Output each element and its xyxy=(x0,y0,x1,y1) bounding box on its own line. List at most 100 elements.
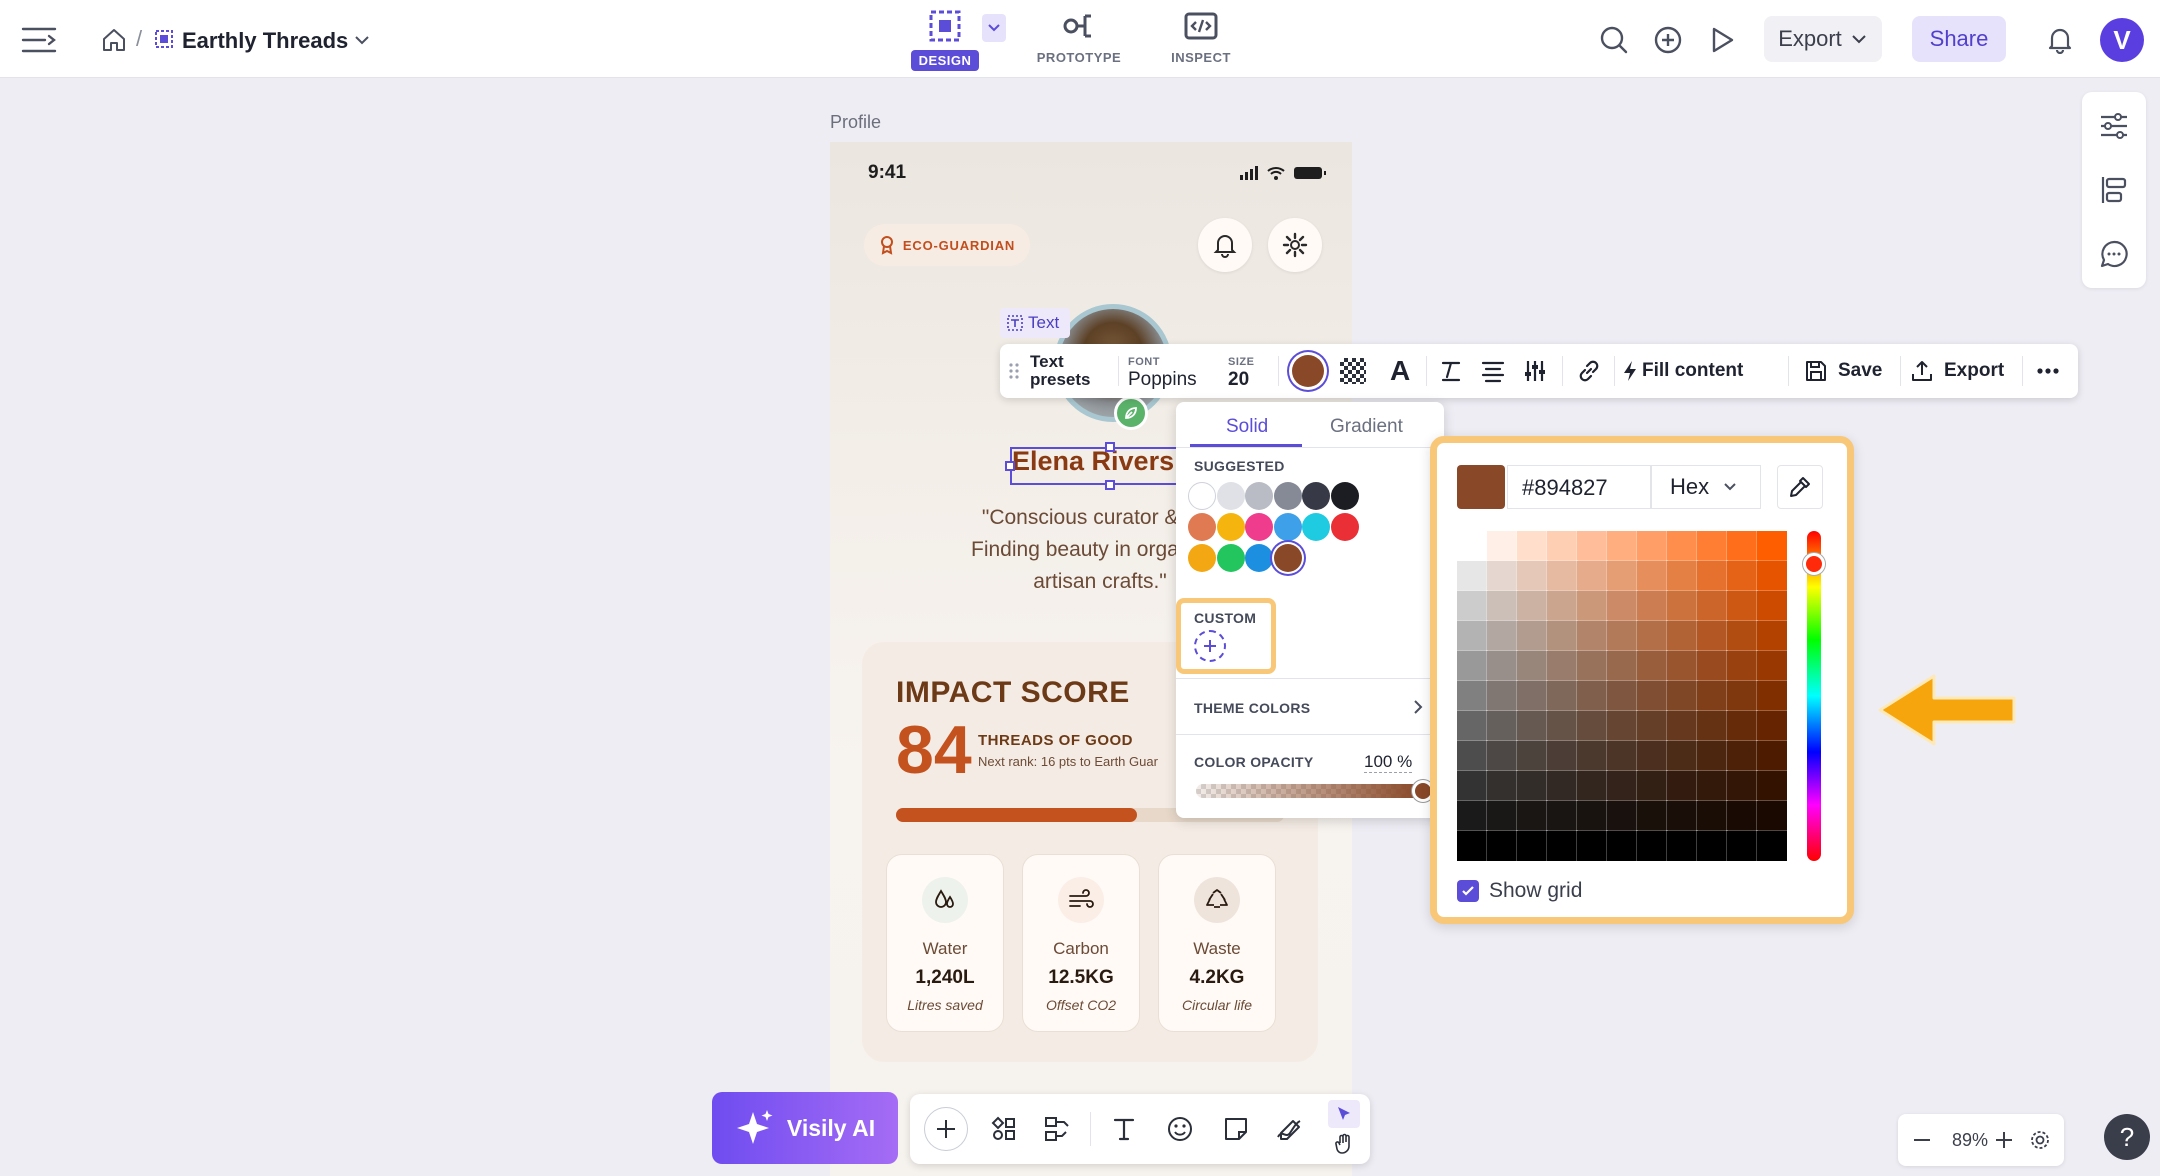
text-color-icon[interactable]: A xyxy=(1390,344,1410,398)
add-icon[interactable] xyxy=(1650,22,1686,58)
align-icon[interactable] xyxy=(1480,344,1506,398)
color-swatch[interactable] xyxy=(1216,513,1245,541)
color-grid-cell[interactable] xyxy=(1636,710,1668,742)
color-grid-cell[interactable] xyxy=(1456,620,1488,652)
color-grid-cell[interactable] xyxy=(1486,620,1518,652)
color-grid-cell[interactable] xyxy=(1516,590,1548,622)
text-tool-icon[interactable] xyxy=(1104,1109,1144,1149)
more-icon[interactable] xyxy=(2036,344,2060,398)
color-grid-cell[interactable] xyxy=(1696,530,1728,562)
color-grid-cell[interactable] xyxy=(1726,710,1758,742)
color-swatch[interactable] xyxy=(1188,513,1216,541)
stat-card-carbon[interactable]: Carbon 12.5KG Offset CO2 xyxy=(1022,854,1140,1032)
color-grid-cell[interactable] xyxy=(1486,560,1518,592)
opacity-field[interactable]: 100 % xyxy=(1364,752,1413,773)
stat-card-water[interactable]: Water 1,240L Litres saved xyxy=(886,854,1004,1032)
stat-card-waste[interactable]: Waste 4.2KG Circular life xyxy=(1158,854,1276,1032)
save-button[interactable]: Save xyxy=(1804,344,1882,398)
color-grid-cell[interactable] xyxy=(1576,770,1608,802)
color-grid-cell[interactable] xyxy=(1636,830,1668,862)
fill-color-swatch[interactable] xyxy=(1292,344,1324,398)
color-grid-cell[interactable] xyxy=(1486,830,1518,862)
color-grid-cell[interactable] xyxy=(1636,530,1668,562)
color-grid-cell[interactable] xyxy=(1666,530,1698,562)
color-grid-cell[interactable] xyxy=(1756,530,1788,562)
color-grid-cell[interactable] xyxy=(1606,650,1638,682)
color-grid-cell[interactable] xyxy=(1606,830,1638,862)
color-grid-cell[interactable] xyxy=(1606,740,1638,772)
color-grid-cell[interactable] xyxy=(1606,560,1638,592)
help-button[interactable]: ? xyxy=(2104,1114,2150,1160)
color-grid-cell[interactable] xyxy=(1516,530,1548,562)
color-grid-cell[interactable] xyxy=(1606,530,1638,562)
color-grid-cell[interactable] xyxy=(1606,680,1638,712)
color-grid-cell[interactable] xyxy=(1756,680,1788,712)
color-grid-cell[interactable] xyxy=(1516,830,1548,862)
color-swatch[interactable] xyxy=(1302,513,1330,541)
color-grid-cell[interactable] xyxy=(1486,770,1518,802)
play-icon[interactable] xyxy=(1704,22,1740,58)
color-grid-cell[interactable] xyxy=(1606,770,1638,802)
color-swatch[interactable] xyxy=(1302,482,1330,510)
design-mode-chevron-icon[interactable] xyxy=(982,14,1006,42)
color-grid-cell[interactable] xyxy=(1726,560,1758,592)
color-grid-cell[interactable] xyxy=(1696,590,1728,622)
color-grid-cell[interactable] xyxy=(1726,800,1758,832)
color-grid-cell[interactable] xyxy=(1666,800,1698,832)
share-button[interactable]: Share xyxy=(1912,16,2006,62)
color-grid-cell[interactable] xyxy=(1756,740,1788,772)
color-grid-cell[interactable] xyxy=(1546,830,1578,862)
color-grid-cell[interactable] xyxy=(1666,590,1698,622)
eyedropper-button[interactable] xyxy=(1777,465,1823,509)
color-swatch[interactable] xyxy=(1188,482,1216,510)
color-grid-cell[interactable] xyxy=(1636,740,1668,772)
color-grid-cell[interactable] xyxy=(1486,590,1518,622)
text-settings-icon[interactable] xyxy=(1522,344,1548,398)
color-grid-cell[interactable] xyxy=(1576,740,1608,772)
text-style-icon[interactable] xyxy=(1438,344,1464,398)
color-grid-cell[interactable] xyxy=(1726,830,1758,862)
color-grid-cell[interactable] xyxy=(1756,710,1788,742)
color-grid-cell[interactable] xyxy=(1726,620,1758,652)
color-grid-cell[interactable] xyxy=(1576,620,1608,652)
color-grid-cell[interactable] xyxy=(1756,620,1788,652)
color-grid-cell[interactable] xyxy=(1576,530,1608,562)
zoom-in-icon[interactable] xyxy=(1990,1126,2018,1154)
color-grid-cell[interactable] xyxy=(1546,530,1578,562)
color-grid-cell[interactable] xyxy=(1516,650,1548,682)
color-swatch[interactable] xyxy=(1273,544,1302,572)
color-grid-cell[interactable] xyxy=(1726,530,1758,562)
size-select[interactable]: SIZE 20 xyxy=(1228,344,1254,398)
color-grid-cell[interactable] xyxy=(1486,710,1518,742)
color-grid-cell[interactable] xyxy=(1576,710,1608,742)
color-grid-cell[interactable] xyxy=(1756,650,1788,682)
tab-inspect[interactable]: INSPECT xyxy=(1146,8,1256,74)
color-grid-cell[interactable] xyxy=(1636,800,1668,832)
color-grid-cell[interactable] xyxy=(1486,740,1518,772)
color-grid-cell[interactable] xyxy=(1696,770,1728,802)
color-grid-cell[interactable] xyxy=(1546,590,1578,622)
theme-colors-label[interactable]: THEME COLORS xyxy=(1194,700,1310,716)
hue-slider[interactable] xyxy=(1807,531,1821,861)
color-grid-cell[interactable] xyxy=(1726,590,1758,622)
color-grid-cell[interactable] xyxy=(1756,590,1788,622)
color-grid-cell[interactable] xyxy=(1486,650,1518,682)
color-grid-cell[interactable] xyxy=(1546,620,1578,652)
color-grid-cell[interactable] xyxy=(1756,830,1788,862)
color-grid-cell[interactable] xyxy=(1666,650,1698,682)
color-grid-cell[interactable] xyxy=(1726,770,1758,802)
comment-icon[interactable] xyxy=(2094,234,2134,274)
color-grid[interactable] xyxy=(1456,530,1788,862)
color-grid-cell[interactable] xyxy=(1576,680,1608,712)
visily-ai-button[interactable]: Visily AI xyxy=(712,1092,898,1164)
add-custom-color-button[interactable] xyxy=(1194,630,1226,662)
color-grid-cell[interactable] xyxy=(1726,650,1758,682)
export-button[interactable]: Export xyxy=(1764,16,1882,62)
color-swatch[interactable] xyxy=(1330,513,1359,541)
color-grid-cell[interactable] xyxy=(1606,620,1638,652)
notifications-button[interactable] xyxy=(1198,218,1252,272)
color-swatch[interactable] xyxy=(1330,482,1359,510)
menu-icon[interactable] xyxy=(18,20,60,60)
chevron-down-icon[interactable] xyxy=(350,28,374,52)
color-grid-cell[interactable] xyxy=(1636,620,1668,652)
